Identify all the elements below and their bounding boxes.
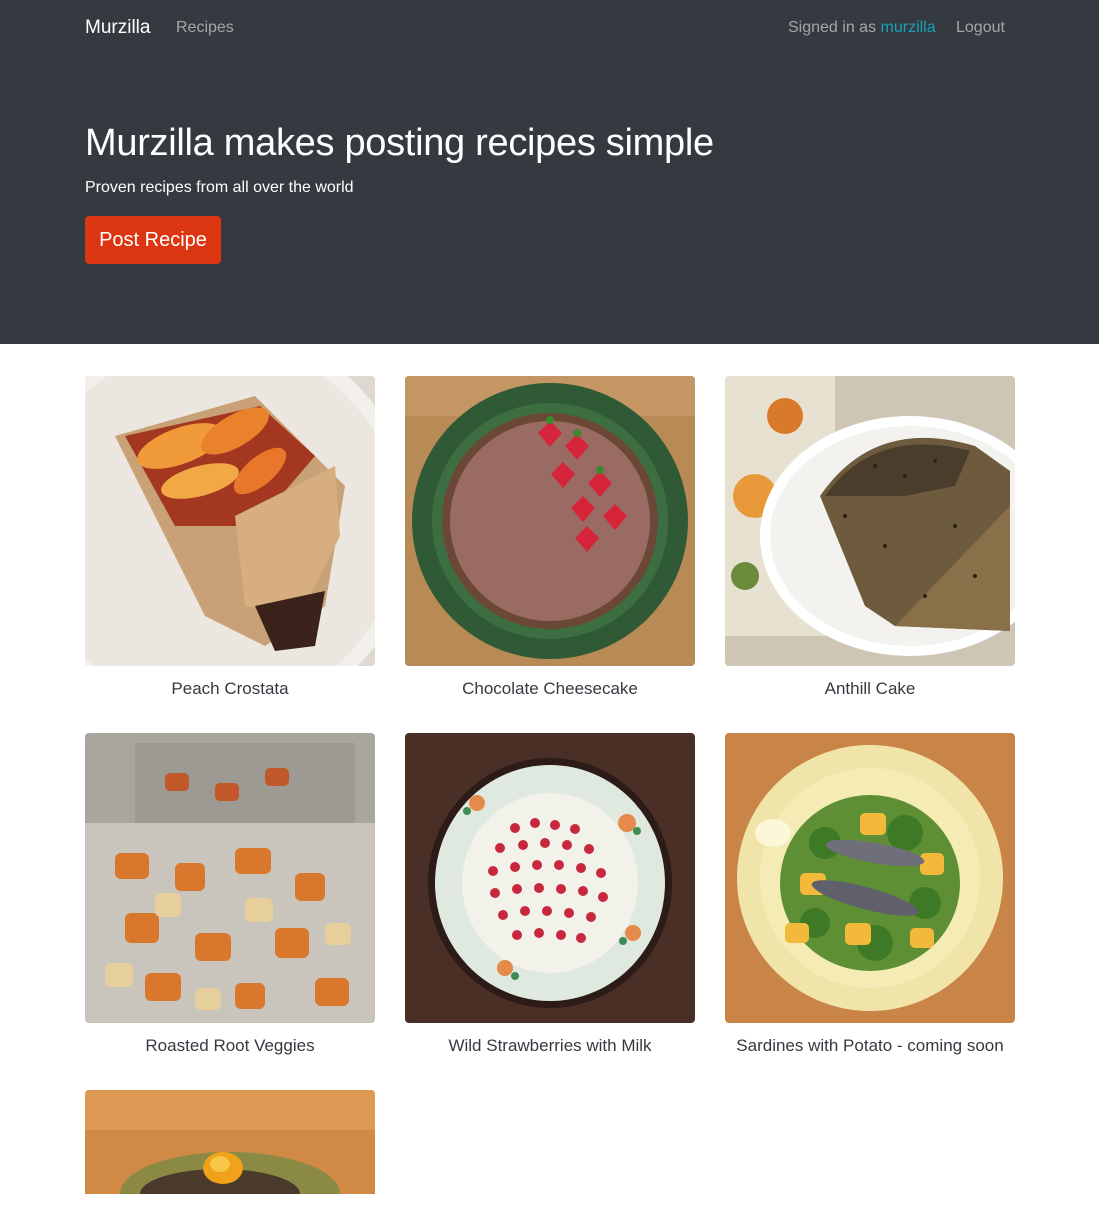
post-recipe-button[interactable]: Post Recipe (85, 216, 221, 264)
recipe-title[interactable]: Anthill Cake (725, 679, 1015, 699)
recipe-image-roasted-root-veggies[interactable] (85, 733, 375, 1023)
username-link[interactable]: murzilla (881, 19, 936, 36)
recipe-card[interactable]: Roasted Root Veggies (85, 733, 375, 1056)
recipe-title[interactable]: Roasted Root Veggies (85, 1036, 375, 1056)
hero-title: Murzilla makes posting recipes simple (85, 122, 714, 164)
recipe-image-chocolate-cheesecake[interactable] (405, 376, 695, 666)
recipe-card[interactable]: Peach Crostata (85, 376, 375, 699)
recipe-image-partial[interactable] (85, 1090, 375, 1194)
recipe-title[interactable]: Peach Crostata (85, 679, 375, 699)
recipe-title[interactable]: Sardines with Potato - coming soon (725, 1036, 1015, 1056)
recipe-card[interactable] (85, 1090, 375, 1207)
navbar: Murzilla Recipes Signed in as murzilla L… (0, 0, 1099, 56)
recipe-image-anthill-cake[interactable] (725, 376, 1015, 666)
logout-link[interactable]: Logout (956, 19, 1005, 37)
recipe-title[interactable]: Wild Strawberries with Milk (405, 1036, 695, 1056)
signed-in-text: Signed in as murzilla (788, 19, 936, 37)
recipe-card[interactable]: Anthill Cake (725, 376, 1015, 699)
recipe-image-sardines-potato[interactable] (725, 733, 1015, 1023)
signed-in-prefix: Signed in as (788, 19, 881, 36)
recipe-card[interactable]: Wild Strawberries with Milk (405, 733, 695, 1056)
recipe-title[interactable]: Chocolate Cheesecake (405, 679, 695, 699)
recipe-image-peach-crostata[interactable] (85, 376, 375, 666)
brand-link[interactable]: Murzilla (85, 17, 150, 39)
nav-recipes-link[interactable]: Recipes (176, 19, 234, 37)
hero-subtitle: Proven recipes from all over the world (85, 179, 354, 196)
recipe-card[interactable]: Chocolate Cheesecake (405, 376, 695, 699)
recipe-card[interactable]: Sardines with Potato - coming soon (725, 733, 1015, 1056)
recipe-image-wild-strawberries[interactable] (405, 733, 695, 1023)
hero-section: Murzilla makes posting recipes simple Pr… (0, 56, 1099, 344)
